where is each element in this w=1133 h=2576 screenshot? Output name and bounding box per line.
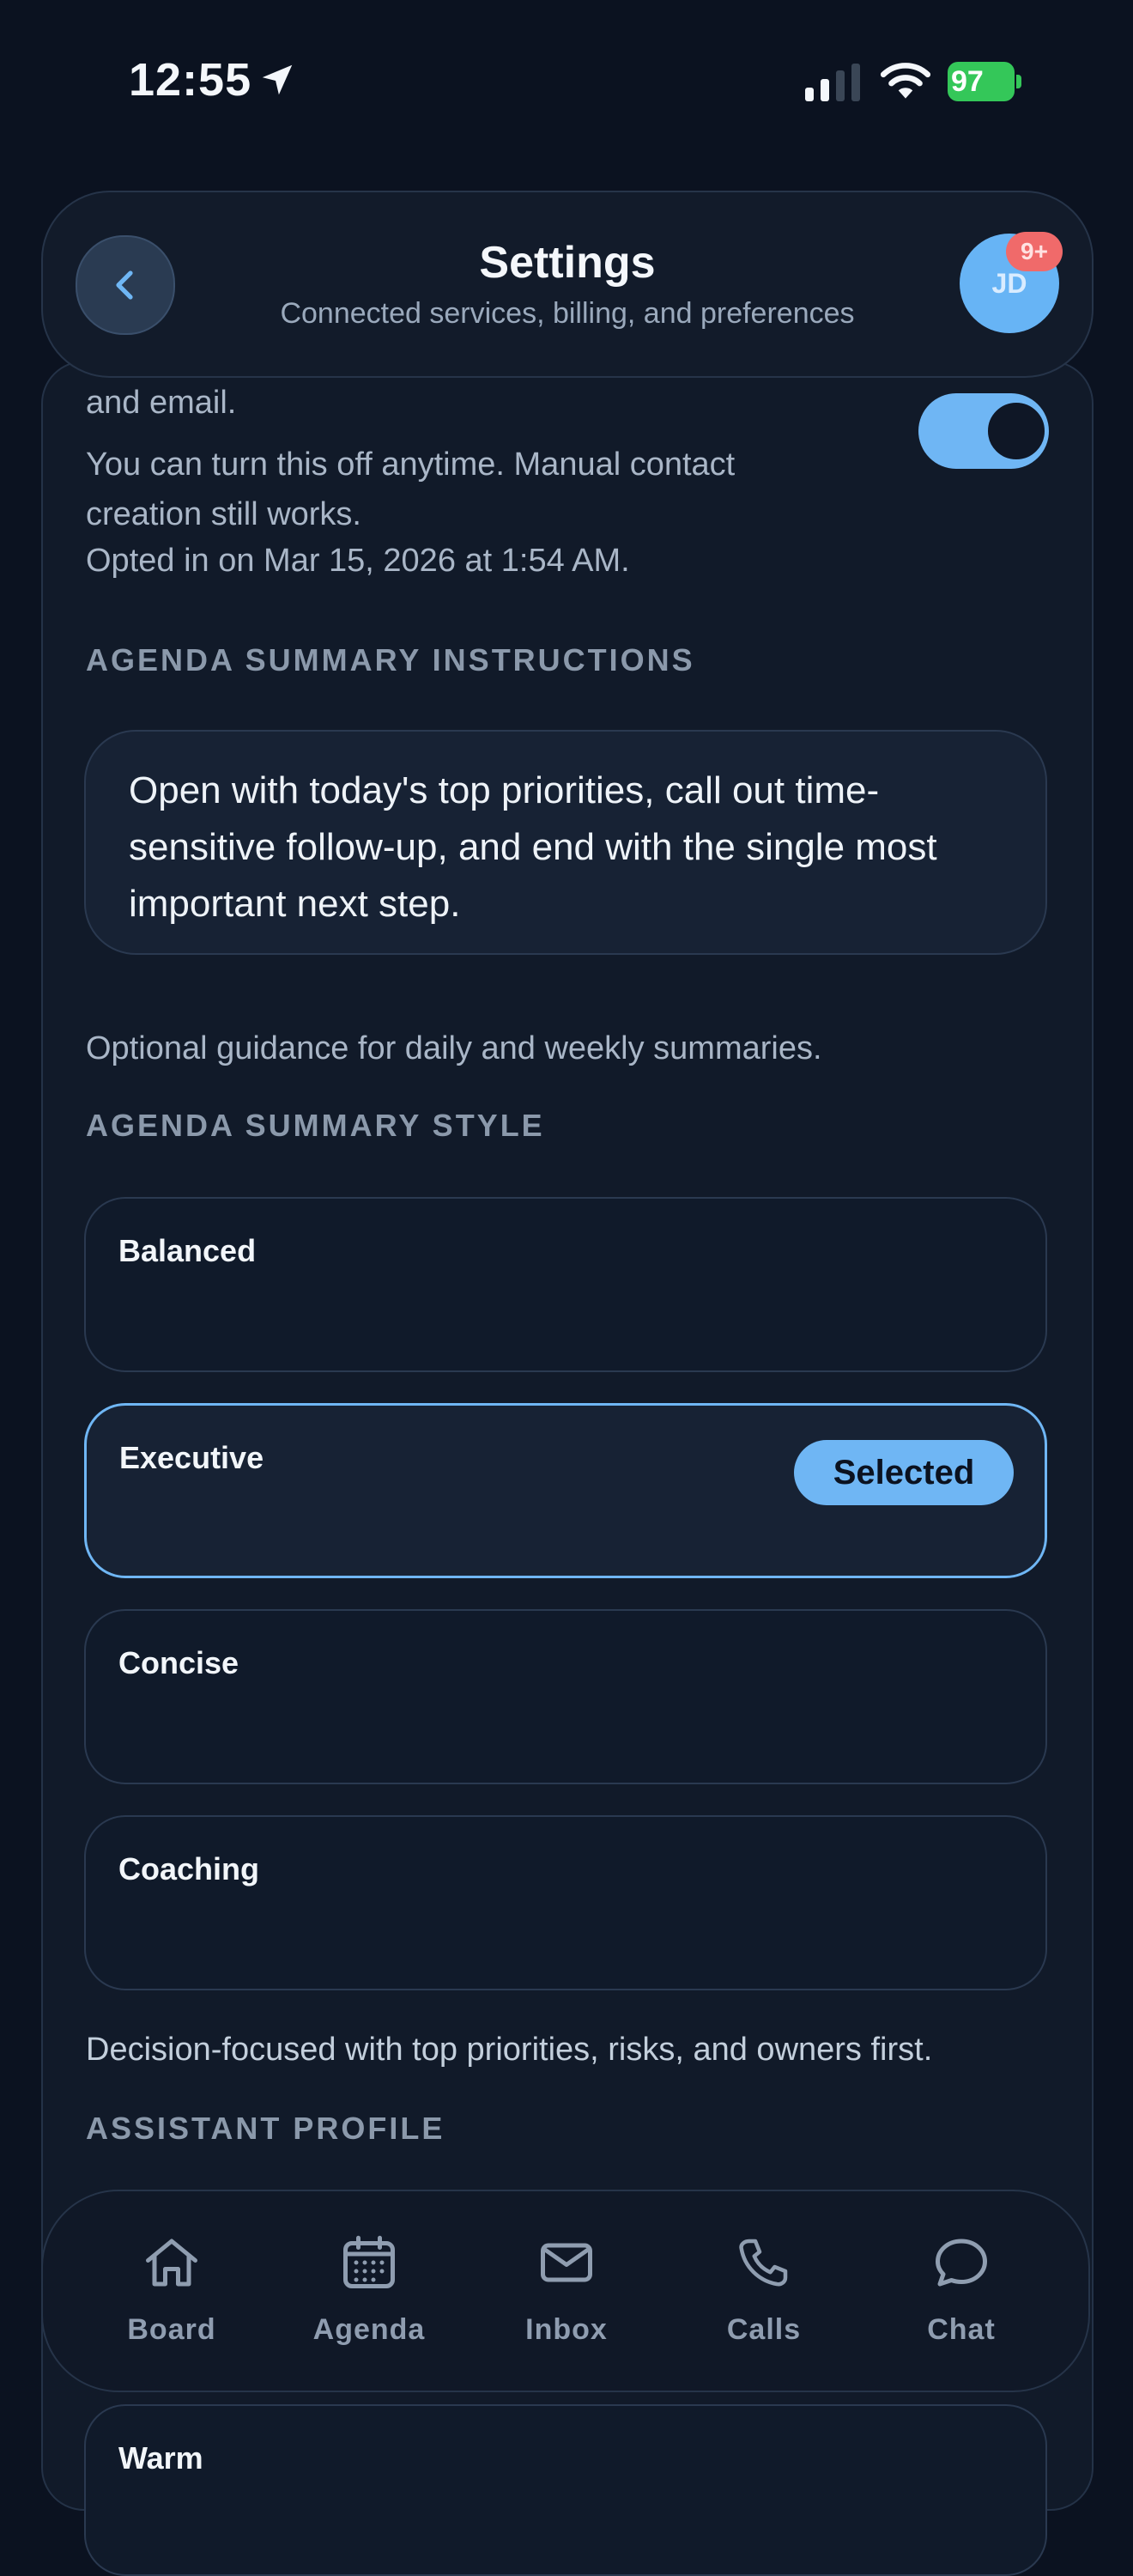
agenda-instructions-heading: AGENDA SUMMARY INSTRUCTIONS [86, 642, 695, 677]
tab-label: Agenda [312, 2313, 426, 2346]
tab-label: Inbox [525, 2313, 608, 2346]
page-subtitle: Connected services, billing, and prefere… [280, 297, 855, 330]
tab-label: Calls [726, 2313, 802, 2346]
status-time: 12:55 [129, 54, 252, 106]
home-icon [146, 2239, 197, 2287]
battery-indicator: 97 [948, 62, 1021, 101]
agenda-instructions-helper: Optional guidance for daily and weekly s… [86, 1030, 822, 1066]
agenda-style-heading: AGENDA SUMMARY STYLE [86, 1108, 545, 1143]
agenda-style-description: Decision-focused with top priorities, ri… [86, 2032, 933, 2068]
avatar-initials: JD [991, 268, 1027, 299]
location-arrow-icon [262, 64, 293, 95]
notification-badge: 9+ [1006, 232, 1063, 271]
wifi-icon [880, 63, 931, 99]
tab-calls[interactable]: Calls [678, 2234, 850, 2363]
style-option-concise[interactable]: Concise [84, 1609, 1047, 1784]
tab-label: Chat [927, 2313, 996, 2346]
style-option-label: Coaching [118, 1851, 260, 1886]
calendar-icon [343, 2235, 395, 2288]
header-bar: Settings Connected services, billing, an… [41, 191, 1094, 378]
style-option-balanced[interactable]: Balanced [84, 1197, 1047, 1372]
style-option-label: Concise [118, 1645, 239, 1680]
style-option-coaching[interactable]: Coaching [84, 1815, 1047, 1990]
style-option-executive[interactable]: Executive Selected [84, 1403, 1047, 1578]
phone-icon [739, 2239, 788, 2287]
assistant-option-warm[interactable]: Warm [84, 2404, 1047, 2576]
optin-description-tail: and email. [86, 385, 237, 421]
mail-icon [541, 2243, 592, 2282]
optin-date: Opted in on Mar 15, 2026 at 1:54 AM. [86, 543, 630, 579]
agenda-instructions-textarea[interactable]: Open with today's top priorities, call o… [84, 730, 1047, 955]
cellular-signal-icon [805, 64, 860, 101]
tab-label: Board [127, 2313, 216, 2346]
tab-bar: Board Agenda Inbox Calls Chat [41, 2190, 1090, 2392]
assistant-option-label: Warm [118, 2440, 203, 2476]
status-bar: 12:55 97 [0, 0, 1133, 172]
style-option-label: Balanced [118, 1233, 257, 1268]
tab-agenda[interactable]: Agenda [283, 2234, 455, 2363]
optin-note: You can turn this off anytime. Manual co… [86, 447, 736, 532]
tab-board[interactable]: Board [86, 2234, 258, 2363]
tab-chat[interactable]: Chat [876, 2234, 1047, 2363]
chat-bubble-icon [936, 2239, 987, 2287]
contact-optin-toggle[interactable] [918, 393, 1049, 469]
toggle-knob [985, 400, 1047, 462]
selected-badge: Selected [794, 1440, 1014, 1505]
tab-inbox[interactable]: Inbox [481, 2234, 652, 2363]
style-option-label: Executive [119, 1440, 264, 1475]
agenda-instructions-text: Open with today's top priorities, call o… [129, 769, 937, 925]
battery-level: 97 [951, 65, 984, 98]
page-title: Settings [479, 238, 656, 288]
assistant-profile-heading: ASSISTANT PROFILE [86, 2111, 445, 2146]
